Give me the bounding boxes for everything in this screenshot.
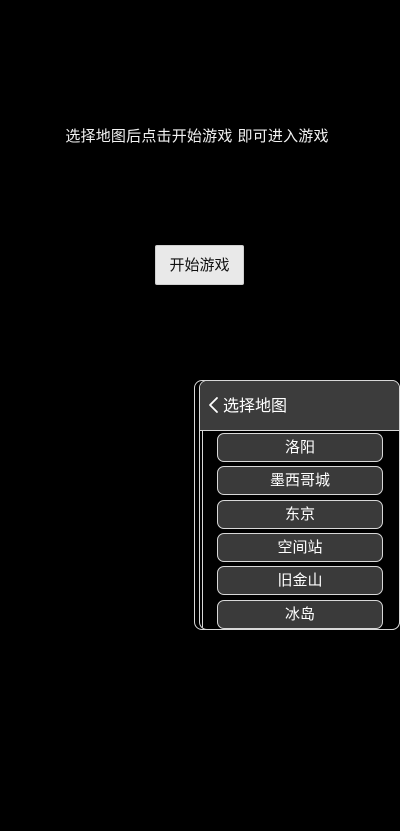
map-select-panel: 选择地图 洛阳 墨西哥城 东京 空间站 旧金山 冰岛 xyxy=(199,380,400,630)
map-item-space-station[interactable]: 空间站 xyxy=(217,533,383,562)
start-game-button[interactable]: 开始游戏 xyxy=(155,245,244,285)
map-item-luoyang[interactable]: 洛阳 xyxy=(217,433,383,462)
map-item-tokyo[interactable]: 东京 xyxy=(217,500,383,529)
map-list: 洛阳 墨西哥城 东京 空间站 旧金山 冰岛 xyxy=(200,381,399,629)
map-item-mexico-city[interactable]: 墨西哥城 xyxy=(217,466,383,495)
map-item-iceland[interactable]: 冰岛 xyxy=(217,600,383,629)
instruction-text: 选择地图后点击开始游戏 即可进入游戏 xyxy=(65,127,329,145)
map-item-san-francisco[interactable]: 旧金山 xyxy=(217,566,383,595)
